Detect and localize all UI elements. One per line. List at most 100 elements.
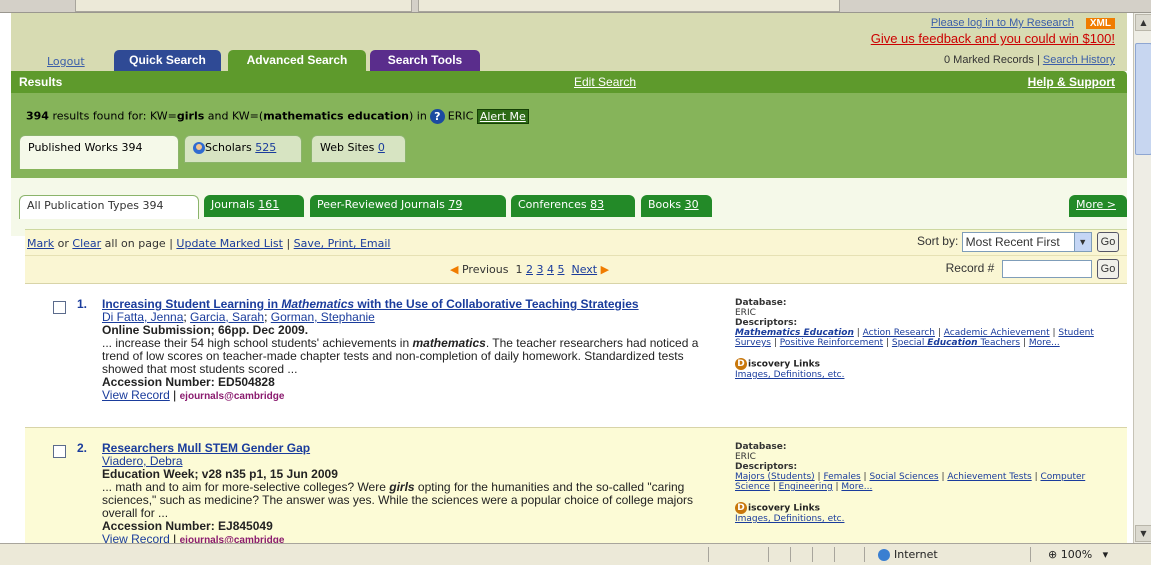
zoom-level[interactable]: ⊕ 100% ▾	[1048, 548, 1108, 561]
tab-journals[interactable]: Journals 161	[204, 195, 304, 217]
actions-text: all on page |	[104, 237, 173, 250]
sort-select[interactable]: Most Recent First ▼	[961, 232, 1092, 252]
chevron-down-icon[interactable]: ▼	[1073, 233, 1091, 251]
vertical-scrollbar[interactable]: ▲ ▼	[1133, 13, 1151, 543]
tab-books[interactable]: Books 30	[641, 195, 712, 217]
results-bar: Results Edit Search Help & Support	[11, 71, 1127, 93]
browser-tab-strip	[0, 0, 1151, 13]
descriptor-list: Mathematics Education | Action Research …	[735, 328, 1094, 348]
descriptor-link[interactable]: Achievement Tests	[947, 472, 1031, 482]
feedback-link[interactable]: Give us feedback and you could win $100!	[871, 31, 1115, 46]
author-link[interactable]: Gorman, Stephanie	[271, 310, 375, 324]
journals-count-link[interactable]: 161	[258, 198, 279, 211]
update-marked-list-link[interactable]: Update Marked List	[176, 237, 283, 250]
tab-label: Scholars	[205, 141, 252, 154]
browser-tab[interactable]	[75, 0, 412, 12]
peer-count-link[interactable]: 79	[448, 198, 462, 211]
results-title: Results	[19, 75, 63, 89]
separator: |	[173, 388, 177, 402]
ejournals-link[interactable]: ejournals@cambridge	[180, 391, 285, 402]
mark-all-link[interactable]: Mark	[27, 237, 54, 250]
tab-advanced-search[interactable]: Advanced Search	[228, 50, 366, 71]
scroll-up-icon[interactable]: ▲	[1135, 14, 1151, 31]
help-icon[interactable]: ?	[429, 109, 445, 124]
logout-link[interactable]: Logout	[47, 55, 85, 68]
sort-label: Sort by:	[916, 234, 959, 249]
database-label: Database:	[735, 442, 787, 452]
author-link[interactable]: Garcia, Sarah	[190, 310, 264, 324]
view-record-link[interactable]: View Record	[102, 388, 170, 402]
tab-published-works[interactable]: Published Works 394	[19, 135, 179, 169]
more-descriptors-link[interactable]: More...	[1029, 338, 1060, 348]
scroll-down-icon[interactable]: ▼	[1135, 525, 1151, 542]
descriptor-link[interactable]: Mathematics Education	[735, 328, 854, 338]
mark-checkbox[interactable]	[53, 445, 66, 458]
search-history-link[interactable]: Search History	[1043, 54, 1115, 66]
more-descriptors-link[interactable]: More...	[841, 482, 872, 492]
next-link[interactable]: Next	[571, 263, 597, 276]
tab-peer-reviewed[interactable]: Peer-Reviewed Journals 79	[310, 195, 506, 217]
save-print-email-link[interactable]: Save, Print, Email	[294, 237, 391, 250]
login-link[interactable]: Please log in to My Research	[931, 17, 1074, 29]
page-link[interactable]: 2	[526, 263, 533, 276]
sort-controls: Sort by: Most Recent First ▼ Go	[917, 232, 1119, 252]
previous-label[interactable]: Previous	[462, 263, 509, 276]
browser-tab[interactable]	[418, 0, 840, 12]
descriptor-link[interactable]: Action Research	[863, 328, 935, 338]
more-link[interactable]: More >	[1076, 198, 1116, 211]
mark-checkbox[interactable]	[53, 301, 66, 314]
clear-all-link[interactable]: Clear	[72, 237, 101, 250]
descriptor-link[interactable]: Females	[823, 472, 860, 482]
view-record-link[interactable]: View Record	[102, 532, 170, 544]
sort-go-button[interactable]: Go	[1097, 232, 1119, 252]
browser-status-bar: Internet ⊕ 100% ▾	[0, 543, 1151, 565]
web-sites-count-link[interactable]: 0	[378, 141, 385, 154]
scroll-thumb[interactable]	[1135, 43, 1151, 155]
descriptor-link[interactable]: Social Sciences	[869, 472, 938, 482]
discovery-label: iscovery Links	[748, 359, 820, 370]
descriptor-link[interactable]: Special Education Teachers	[892, 338, 1020, 348]
snippet-highlight: mathematics	[412, 336, 486, 350]
tab-search-tools[interactable]: Search Tools	[370, 50, 480, 71]
discovery-links-heading: Discovery Links	[735, 502, 1115, 514]
author-link[interactable]: Di Fatta, Jenna	[102, 310, 183, 324]
descriptor-link[interactable]: Academic Achievement	[944, 328, 1050, 338]
page-link[interactable]: 4	[547, 263, 554, 276]
tab-all-publication-types[interactable]: All Publication Types 394	[19, 195, 199, 219]
record-go-button[interactable]: Go	[1097, 259, 1119, 279]
help-support-link[interactable]: Help & Support	[1028, 75, 1115, 89]
pagination: ◀ Previous 1 2 3 4 5 Next ▶	[450, 263, 609, 276]
tab-more[interactable]: More >	[1069, 195, 1127, 217]
descriptor-text: Special	[891, 338, 928, 348]
xml-badge[interactable]: XML	[1085, 18, 1115, 29]
alert-me-button[interactable]: Alert Me	[476, 108, 529, 124]
tab-web-sites[interactable]: Web Sites 0	[311, 135, 406, 163]
next-arrow-icon[interactable]: ▶	[601, 263, 609, 276]
ejournals-link[interactable]: ejournals@cambridge	[180, 535, 285, 543]
record-jump: Record # Go	[946, 259, 1119, 279]
tab-scholars[interactable]: Scholars 525	[184, 135, 302, 163]
tab-label: Peer-Reviewed Journals	[317, 198, 445, 211]
previous-arrow-icon[interactable]: ◀	[450, 263, 458, 276]
result-title-link[interactable]: Researchers Mull STEM Gender Gap	[102, 442, 702, 455]
descriptor-link[interactable]: Majors (Students)	[735, 472, 815, 482]
conferences-count-link[interactable]: 83	[590, 198, 604, 211]
images-definitions-link[interactable]: Images, Definitions, etc.	[735, 514, 1115, 524]
results-page: Please log in to My Research XML Give us …	[0, 13, 1133, 543]
descriptor-link[interactable]: Positive Reinforcement	[780, 338, 883, 348]
page-link[interactable]: 3	[536, 263, 543, 276]
record-number-input[interactable]	[1001, 260, 1092, 278]
page-link[interactable]: 5	[557, 263, 564, 276]
author-link[interactable]: Viadero, Debra	[102, 454, 183, 468]
images-definitions-link[interactable]: Images, Definitions, etc.	[735, 370, 1115, 380]
tab-conferences[interactable]: Conferences 83	[511, 195, 635, 217]
scholars-count-link[interactable]: 525	[255, 141, 276, 154]
summary-text: and KW=(	[204, 109, 264, 123]
results-count: 394	[26, 109, 49, 123]
descriptor-link[interactable]: Engineering	[779, 482, 833, 492]
books-count-link[interactable]: 30	[685, 198, 699, 211]
edit-search-link[interactable]: Edit Search	[574, 75, 636, 89]
status-divider	[1030, 547, 1031, 562]
tab-quick-search[interactable]: Quick Search	[114, 50, 221, 71]
chevron-down-icon[interactable]: ▾	[1103, 548, 1109, 561]
